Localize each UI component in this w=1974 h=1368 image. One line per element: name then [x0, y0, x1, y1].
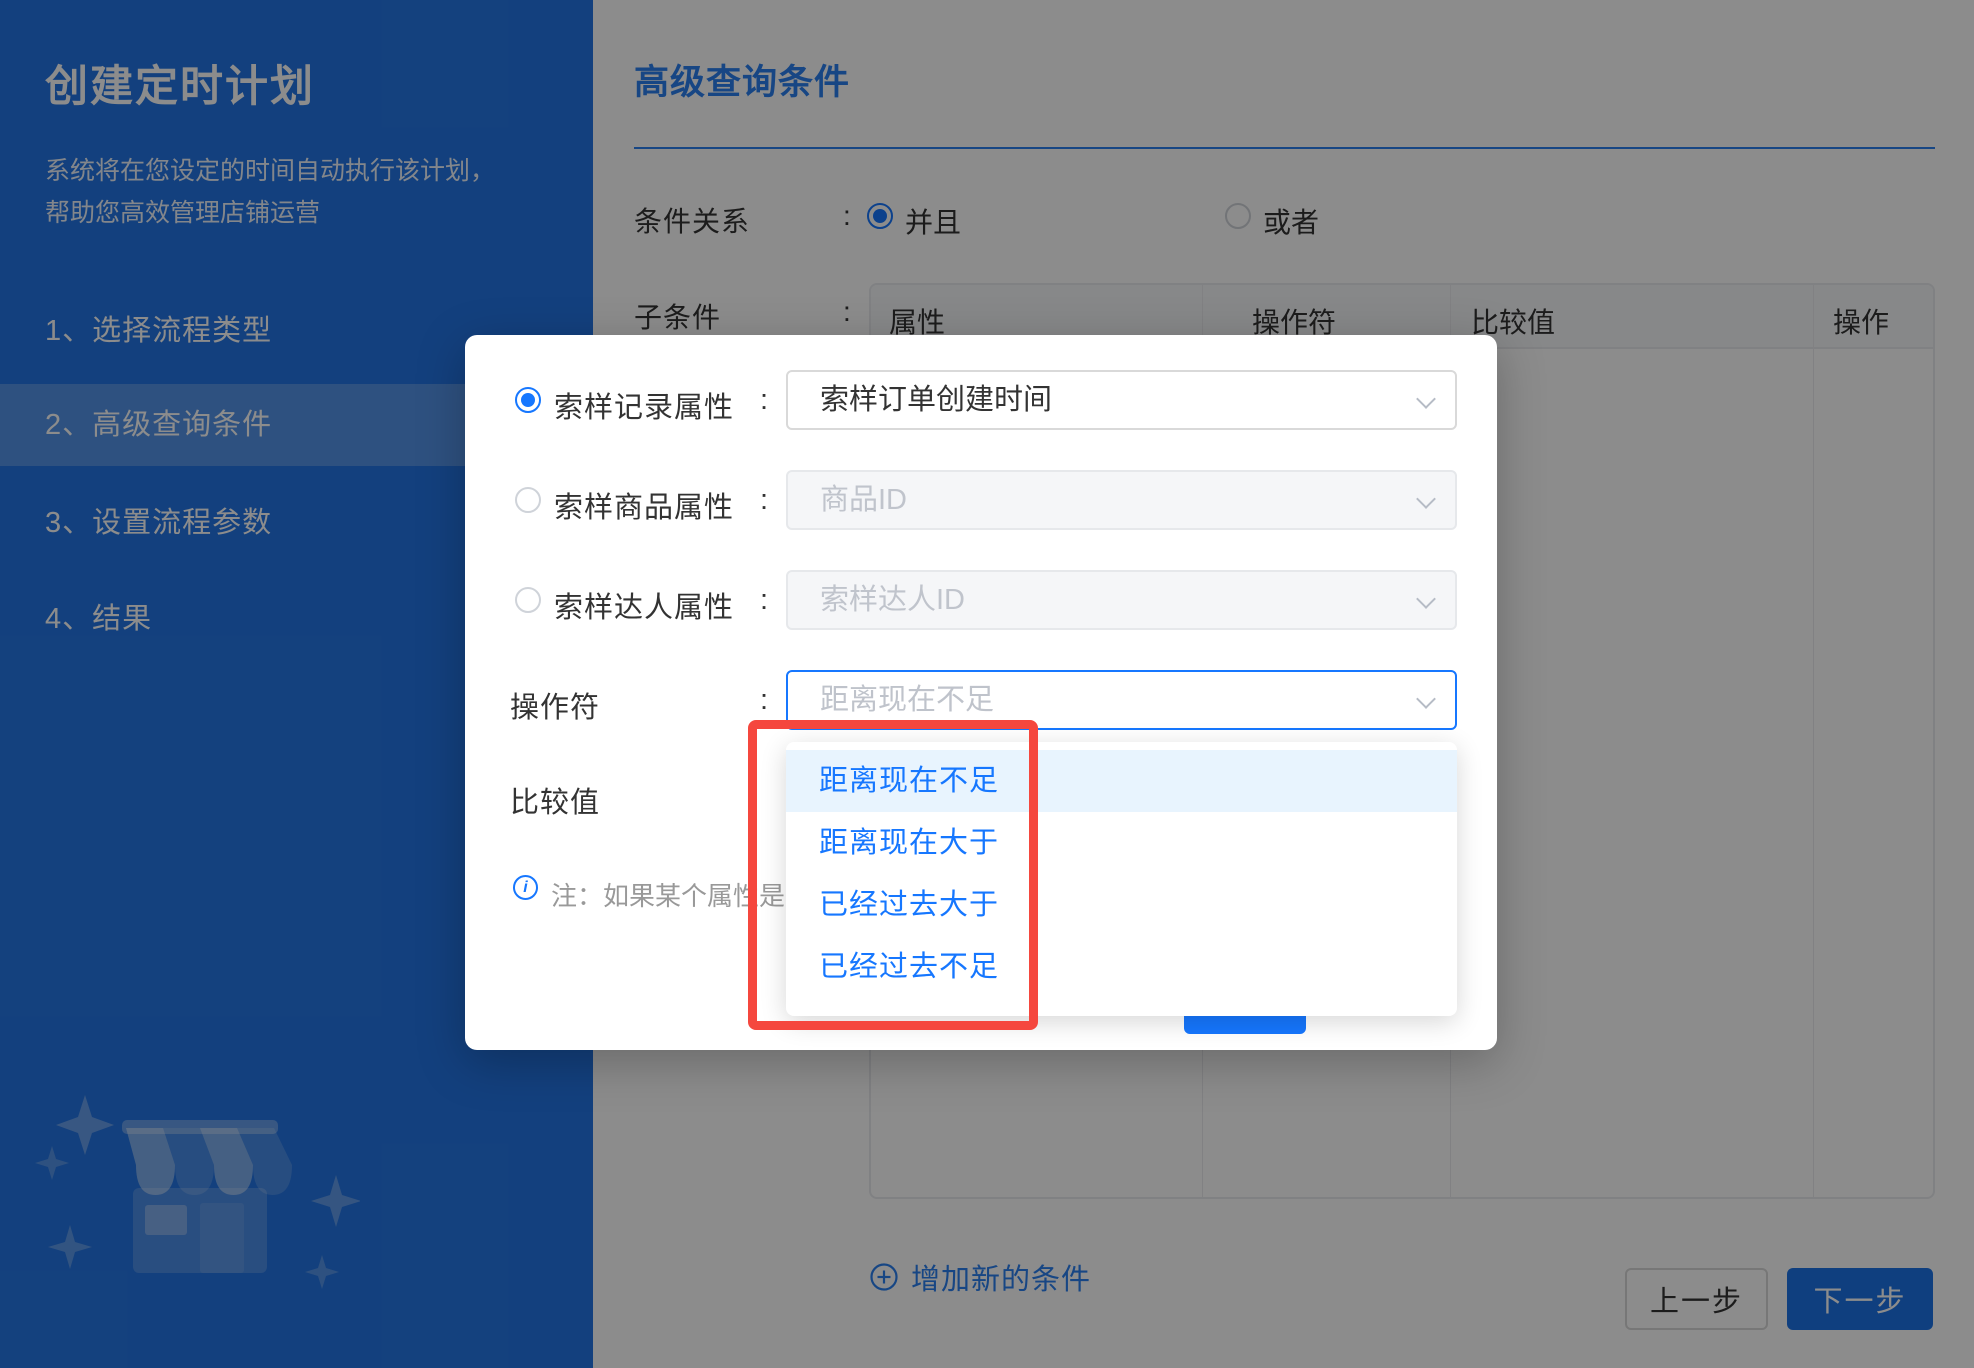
- option-elapsed-less-than[interactable]: 已经过去不足: [786, 936, 1457, 998]
- option-more-than-ago-from-now[interactable]: 距离现在大于: [786, 812, 1457, 874]
- select-placeholder: 距离现在不足: [820, 684, 994, 716]
- row-colon: :: [760, 684, 768, 717]
- chevron-down-icon: [1416, 689, 1436, 709]
- select-placeholder: 商品ID: [820, 484, 907, 516]
- chevron-down-icon: [1416, 389, 1436, 409]
- operator-options-panel: 距离现在不足 距离现在大于 已经过去大于 已经过去不足: [786, 742, 1457, 1016]
- attribute-picker-dialog: 索样记录属性 : 索样订单创建时间 索样商品属性 : 商品ID 索样达人属性 :…: [465, 335, 1497, 1050]
- row-colon: :: [760, 384, 768, 417]
- chevron-down-icon: [1416, 489, 1436, 509]
- sample-creator-attribute-radio[interactable]: [515, 587, 541, 613]
- sample-record-attribute-select[interactable]: 索样订单创建时间: [786, 370, 1457, 430]
- chevron-down-icon: [1416, 589, 1436, 609]
- sample-creator-attribute-select: 索样达人ID: [786, 570, 1457, 630]
- operator-select[interactable]: 距离现在不足: [786, 670, 1457, 730]
- compare-value-label: 比较值: [510, 779, 600, 821]
- sample-product-attribute-select: 商品ID: [786, 470, 1457, 530]
- option-within-last[interactable]: 距离现在不足: [786, 750, 1457, 812]
- sample-record-attribute-label[interactable]: 索样记录属性: [554, 384, 734, 426]
- sample-product-attribute-radio[interactable]: [515, 487, 541, 513]
- note-text: 注：如果某个属性是: [551, 876, 785, 913]
- info-icon: [513, 875, 538, 900]
- sample-product-attribute-label[interactable]: 索样商品属性: [554, 484, 734, 526]
- sample-record-attribute-radio[interactable]: [515, 387, 541, 413]
- operator-label: 操作符: [510, 684, 600, 726]
- row-colon: :: [760, 484, 768, 517]
- sample-creator-attribute-label[interactable]: 索样达人属性: [554, 584, 734, 626]
- select-value: 索样订单创建时间: [820, 384, 1052, 416]
- select-placeholder: 索样达人ID: [820, 584, 965, 616]
- row-colon: :: [760, 584, 768, 617]
- option-elapsed-more-than[interactable]: 已经过去大于: [786, 874, 1457, 936]
